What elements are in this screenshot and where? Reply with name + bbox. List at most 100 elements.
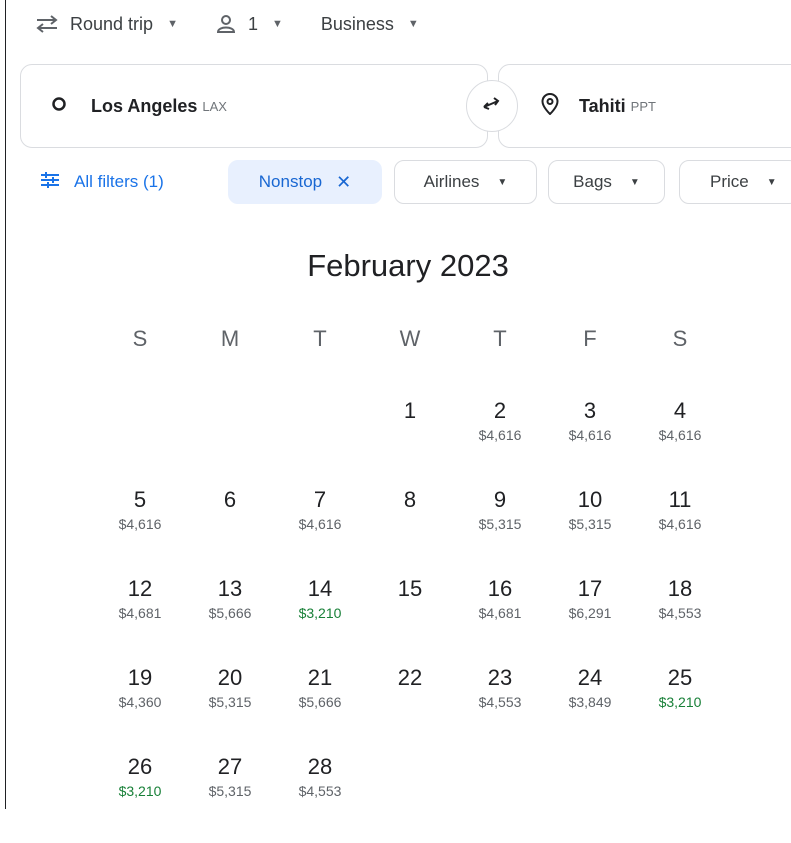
calendar-day-cell[interactable]: 27 $5,315 [185,754,275,834]
day-number: 27 [217,754,243,779]
day-price: $5,666 [208,605,252,621]
day-number: 25 [667,665,693,690]
filter-bar: All filters (1) Nonstop ✕ Airlines ▼ Bag… [0,160,791,204]
calendar-day-cell[interactable]: 9 $5,315 [455,487,545,567]
calendar-day-cell[interactable]: 6 [185,487,275,567]
origin-input[interactable]: Los Angeles LAX [20,64,488,148]
day-price: $4,616 [568,427,612,443]
calendar-day-cell[interactable]: 7 $4,616 [275,487,365,567]
day-number: 9 [493,487,507,512]
calendar-empty-cell [95,398,185,478]
calendar-day-cell[interactable]: 24 $3,849 [545,665,635,745]
calendar-day-cell[interactable]: 25 $3,210 [635,665,725,745]
day-price: $5,666 [298,694,342,710]
calendar-week-row: 26 $3,210 27 $5,315 28 $4,553 [95,754,725,843]
day-price: $5,315 [568,516,612,532]
calendar-day-cell[interactable]: 10 $5,315 [545,487,635,567]
chevron-down-icon: ▼ [407,18,419,30]
origin-circle-icon [51,96,67,117]
chevron-down-icon: ▼ [167,18,178,30]
day-number: 19 [127,665,153,690]
calendar-day-cell[interactable]: 8 [365,487,455,567]
calendar-empty-cell [635,754,725,834]
weekday-label: S [672,326,688,351]
chevron-down-icon: ▼ [766,176,777,188]
calendar-day-cell[interactable]: 26 $3,210 [95,754,185,834]
window-border [5,0,6,809]
day-price: $4,616 [478,427,522,443]
swap-icon [480,92,504,121]
nonstop-label: Nonstop [258,172,323,191]
calendar-day-cell[interactable]: 23 $4,553 [455,665,545,745]
airlines-filter-chip[interactable]: Airlines ▼ [394,160,537,204]
calendar-day-cell[interactable]: 5 $4,616 [95,487,185,567]
calendar-day-cell[interactable]: 19 $4,360 [95,665,185,745]
day-price: $5,315 [478,516,522,532]
weekday-label: M [220,326,240,351]
day-price: $5,315 [208,694,252,710]
day-number: 26 [127,754,153,779]
swap-locations-button[interactable] [466,80,518,132]
day-price: $4,616 [658,516,702,532]
trip-type-label: Round trip [70,13,154,34]
person-icon [216,14,248,34]
day-price: $4,681 [118,605,162,621]
calendar-day-cell[interactable]: 4 $4,616 [635,398,725,478]
day-number: 20 [217,665,243,690]
trip-type-selector[interactable]: Round trip ▼ [34,10,178,38]
calendar-day-cell[interactable]: 12 $4,681 [95,576,185,656]
weekday-label: T [493,326,507,351]
close-icon[interactable]: ✕ [336,172,351,193]
calendar-empty-cell [455,754,545,834]
day-number: 3 [583,398,597,423]
nonstop-filter-chip[interactable]: Nonstop ✕ [228,160,382,204]
calendar-day-cell[interactable]: 22 [365,665,455,745]
day-number: 6 [223,487,237,512]
bags-filter-chip[interactable]: Bags ▼ [548,160,665,204]
calendar-day-cell[interactable]: 1 [365,398,455,478]
calendar-day-cell[interactable]: 13 $5,666 [185,576,275,656]
day-number: 13 [217,576,243,601]
all-filters-button[interactable]: All filters (1) [40,160,164,204]
day-price: $4,616 [298,516,342,532]
chevron-down-icon: ▼ [497,176,508,188]
calendar-day-cell[interactable]: 21 $5,666 [275,665,365,745]
passenger-selector[interactable]: 1 ▼ [216,10,283,38]
day-number: 17 [577,576,603,601]
weekday-label: W [399,326,421,351]
day-number: 23 [487,665,513,690]
calendar-day-cell[interactable]: 14 $3,210 [275,576,365,656]
calendar-week-row: 1 2 $4,616 3 $4,616 4 $4,616 [95,398,725,487]
bags-label: Bags [573,172,612,191]
day-number: 24 [577,665,603,690]
day-price: $4,681 [478,605,522,621]
calendar-day-cell[interactable]: 11 $4,616 [635,487,725,567]
destination-input[interactable]: Tahiti PPT [498,64,791,148]
tune-icon [40,171,74,193]
day-price: $4,553 [478,694,522,710]
calendar-day-cell[interactable]: 3 $4,616 [545,398,635,478]
calendar-day-cell[interactable]: 2 $4,616 [455,398,545,478]
cabin-class-selector[interactable]: Business ▼ [321,10,419,38]
calendar-day-cell[interactable]: 18 $4,553 [635,576,725,656]
destination-code: PPT [630,98,656,114]
day-number: 10 [577,487,603,512]
price-filter-chip[interactable]: Price ▼ [679,160,791,204]
day-number: 14 [307,576,333,601]
calendar-day-cell[interactable]: 28 $4,553 [275,754,365,834]
day-number: 11 [668,487,692,512]
day-price: $6,291 [568,605,612,621]
calendar-day-cell[interactable]: 16 $4,681 [455,576,545,656]
weekday-label: T [313,326,327,351]
day-price: $3,210 [658,694,702,710]
day-number: 5 [133,487,147,512]
calendar-day-cell[interactable]: 17 $6,291 [545,576,635,656]
price-label: Price [710,172,749,191]
day-price: $4,616 [658,427,702,443]
destination-city: Tahiti [579,95,626,116]
calendar-day-cell[interactable]: 15 [365,576,455,656]
day-price: $4,616 [118,516,162,532]
calendar-day-cell[interactable]: 20 $5,315 [185,665,275,745]
passenger-count: 1 [247,13,258,34]
day-price: $3,849 [568,694,612,710]
